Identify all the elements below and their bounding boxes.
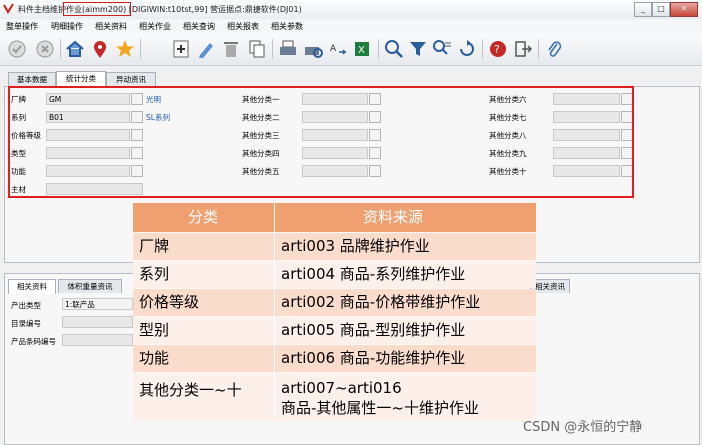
menu-item-related-query[interactable]: 相关查询 [183,21,215,32]
menu-item-related-report[interactable]: 相关报表 [227,21,259,32]
table-header: 分类 资料来源 [133,203,536,232]
filter-icon[interactable] [407,38,429,60]
copy-icon[interactable] [246,38,268,60]
menu-item-whole-doc[interactable]: 整单操作 [6,21,38,32]
catalog-no-label: 目录编号 [11,319,41,328]
table-row: 功能 arti006 商品-功能维护作业 [133,345,536,372]
menu-item-detail[interactable]: 明细操作 [51,21,83,32]
excel-export-icon[interactable]: X [352,38,374,60]
row-category: 型别 [139,321,170,339]
tab-statistic-category[interactable]: 统计分类 [56,71,106,86]
table-row: 价格等级 arti002 商品-价格带维护作业 [133,289,536,316]
window-title: 料件主档维护作业(aimm200) [DIGIWIN:t10tst,99] 营运… [18,5,302,14]
row-source-line-2: 商品-其他属性一~十维护作业 [281,399,479,417]
app-logo-icon [3,3,14,14]
print-icon[interactable] [277,38,299,60]
menu-item-related-data[interactable]: 相关资料 [95,21,127,32]
row-source: arti007~arti016 商品-其他属性一~十维护作业 [274,373,536,421]
tab-related-data[interactable]: 相关资料 [8,279,56,294]
table-row: 其他分类一~十 arti007~arti016 商品-其他属性一~十维护作业 [133,373,536,421]
barcode-label: 产品条码编号 [11,337,56,346]
svg-text:?: ? [494,43,500,56]
menu-item-related-ops[interactable]: 相关作业 [139,21,171,32]
star-icon[interactable] [114,38,136,60]
row-category: 其他分类一~十 [139,381,242,399]
watermark: CSDN @永恒的宁静 [523,420,643,435]
check-icon[interactable] [6,38,28,60]
row-source: arti003 品牌维护作业 [274,233,536,260]
table-row: 厂牌 arti003 品牌维护作业 [133,233,536,260]
table-row: 型别 arti005 商品-型别维护作业 [133,317,536,344]
delete-icon[interactable] [220,38,242,60]
row-category: 系列 [139,265,170,283]
print-preview-icon[interactable] [302,38,324,60]
help-icon[interactable]: ? [487,38,509,60]
product-type-select[interactable]: 1:联产品 [62,298,133,310]
catalog-no-input[interactable] [62,316,133,328]
toolbar: A X ? [0,33,702,66]
highlight-box [8,86,634,198]
barcode-input[interactable] [62,334,133,346]
convert-icon[interactable]: A [327,38,349,60]
tab-related-info[interactable]: 相关资讯 [530,279,570,293]
row-category: 功能 [139,349,170,367]
header-source: 资料来源 [274,203,536,232]
tab-volume-weight[interactable]: 体积重量资讯 [58,279,122,293]
tab-change-info[interactable]: 异动资讯 [106,72,156,86]
search-icon[interactable] [383,38,405,60]
menu-item-related-params[interactable]: 相关参数 [271,21,303,32]
header-category: 分类 [188,208,219,226]
row-source: arti002 商品-价格带维护作业 [274,289,536,316]
row-category: 价格等级 [139,293,200,311]
table-row: 系列 arti004 商品-系列维护作业 [133,261,536,288]
edit-icon[interactable] [195,38,217,60]
exit-icon[interactable] [512,38,534,60]
row-category: 厂牌 [139,237,170,255]
row-source-line-1: arti007~arti016 [281,379,402,397]
attachment-icon[interactable] [543,38,565,60]
add-icon[interactable] [170,38,192,60]
title-highlight [63,2,131,16]
refresh-icon[interactable] [456,38,478,60]
row-source: arti004 商品-系列维护作业 [274,261,536,288]
row-source: arti005 商品-型别维护作业 [274,317,536,344]
product-type-label: 产出类型 [11,301,41,310]
menu-bar: 整单操作 明细操作 相关资料 相关作业 相关查询 相关报表 相关参数 [0,19,702,33]
location-pin-icon[interactable] [89,38,111,60]
title-bar: 料件主档维护作业(aimm200) [DIGIWIN:t10tst,99] 营运… [0,0,702,20]
cancel-icon[interactable] [34,38,56,60]
advanced-search-icon[interactable] [431,38,453,60]
tab-basic-data[interactable]: 基本数据 [8,72,56,86]
home-icon[interactable] [64,38,86,60]
row-source: arti006 商品-功能维护作业 [274,345,536,372]
svg-text:X: X [358,45,365,56]
maximize-icon[interactable]: □ [652,2,670,17]
svg-text:A: A [330,44,337,54]
minimize-icon[interactable]: _ [634,2,652,17]
close-icon[interactable]: ✕ [670,2,698,17]
